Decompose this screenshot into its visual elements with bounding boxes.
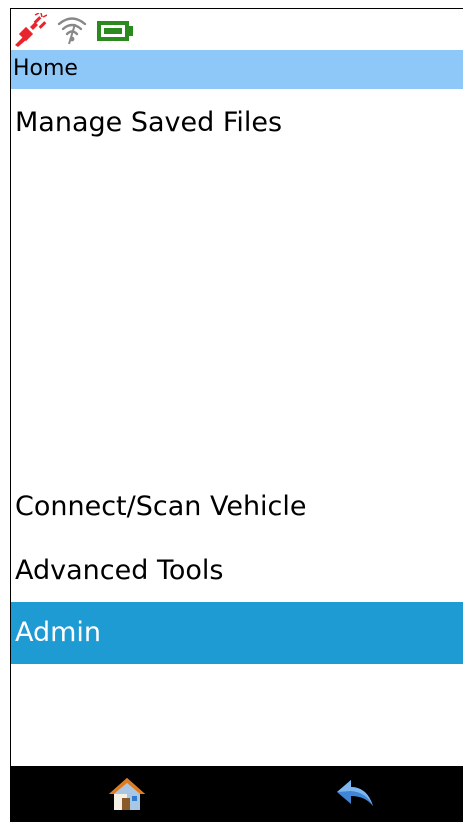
page-header: Home: [11, 50, 463, 89]
page-title: Home: [13, 56, 78, 81]
back-arrow-icon: [337, 780, 373, 806]
menu-item-manage-saved-files[interactable]: Manage Saved Files: [11, 92, 463, 154]
plug-disconnected-icon: [13, 12, 48, 47]
menu-item-advanced-tools[interactable]: Advanced Tools: [11, 540, 463, 602]
menu-item-label: Connect/Scan Vehicle: [15, 491, 307, 522]
wifi-off-icon: [55, 13, 89, 47]
status-bar: [11, 9, 463, 49]
menu-item-label: Admin: [15, 617, 102, 648]
home-button[interactable]: [105, 774, 149, 814]
bottom-nav-bar: [11, 766, 463, 822]
menu-item-admin[interactable]: Admin: [11, 602, 463, 664]
menu-item-connect-scan-vehicle[interactable]: Connect/Scan Vehicle: [11, 476, 463, 538]
menu-item-label: Advanced Tools: [15, 555, 224, 586]
battery-icon: [95, 13, 133, 47]
back-button[interactable]: [333, 774, 377, 814]
home-icon: [109, 778, 145, 810]
menu-item-label: Manage Saved Files: [15, 107, 283, 138]
